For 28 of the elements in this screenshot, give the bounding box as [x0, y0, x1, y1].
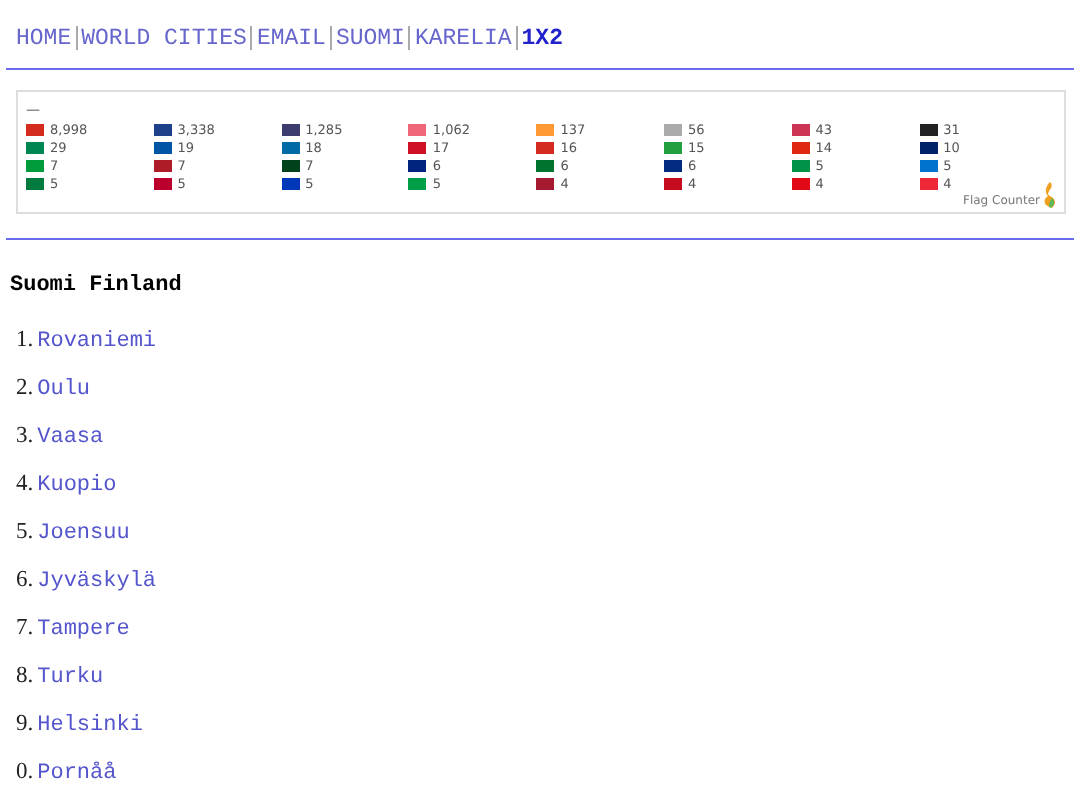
- nav-link[interactable]: WORLD CITIES: [81, 25, 247, 51]
- list-number: 0.: [16, 760, 34, 784]
- nav-link[interactable]: HOME: [16, 25, 72, 51]
- city-link[interactable]: Oulu: [37, 378, 91, 402]
- nav-link[interactable]: 1X2: [521, 25, 563, 51]
- city-link[interactable]: Kuopio: [37, 474, 117, 498]
- list-number: 2.: [16, 376, 34, 400]
- city-link[interactable]: Rovaniemi: [37, 330, 157, 354]
- list-number: 7.: [16, 616, 34, 640]
- nav-link[interactable]: KARELIA: [414, 25, 512, 51]
- nav-link[interactable]: EMAIL: [256, 25, 326, 51]
- list-number: 5.: [16, 520, 34, 544]
- section-heading: Suomi Finland: [8, 272, 184, 302]
- list-number: 3.: [16, 424, 34, 448]
- city-link[interactable]: Joensuu: [37, 522, 130, 546]
- city-link[interactable]: Tampere: [37, 618, 130, 642]
- flame-icon: [1042, 182, 1058, 208]
- city-link[interactable]: Turku: [37, 666, 104, 690]
- list-number: 6.: [16, 568, 34, 592]
- list-number: 4.: [16, 472, 34, 496]
- city-link[interactable]: Vaasa: [37, 426, 104, 450]
- city-link[interactable]: Helsinki: [37, 714, 143, 738]
- list-number: 9.: [16, 712, 34, 736]
- list-number: 1.: [16, 328, 34, 352]
- list-number: 8.: [16, 664, 34, 688]
- city-link[interactable]: Pornåå: [37, 762, 117, 786]
- nav-link[interactable]: SUOMI: [335, 25, 405, 51]
- city-link[interactable]: Jyväskylä: [37, 570, 157, 594]
